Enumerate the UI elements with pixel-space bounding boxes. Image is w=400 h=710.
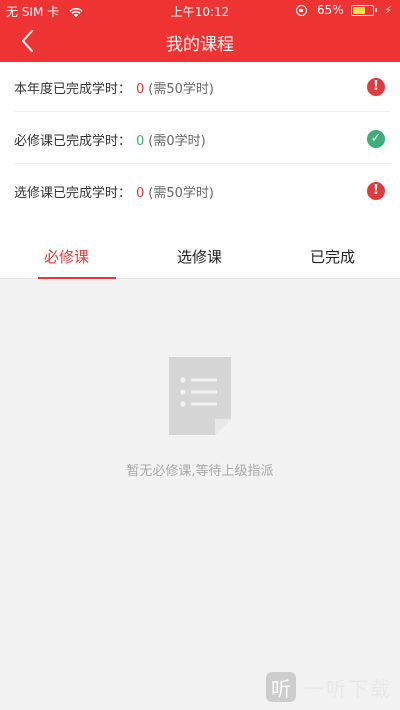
status-bar: 无 SIM 卡 上午10:12 65% ⚡ bbox=[0, 0, 400, 20]
battery-icon bbox=[351, 5, 378, 16]
empty-state-message: 暂无必修课,等待上级指派 bbox=[126, 464, 274, 479]
completed-hours: 0 bbox=[136, 134, 145, 149]
warning-icon: ! bbox=[367, 78, 385, 96]
tab-required[interactable]: 必修课 bbox=[0, 237, 133, 279]
required-hours: (需50学时) bbox=[148, 82, 214, 97]
summary-row-annual: 本年度已完成学时： 0 (需50学时) ! bbox=[14, 62, 390, 112]
summary-row-elective: 选修课已完成学时： 0 (需50学时) ! bbox=[14, 166, 390, 216]
tab-elective[interactable]: 选修课 bbox=[133, 237, 266, 279]
watermark-text: 一听下载 bbox=[304, 676, 392, 701]
summary-value: 0 (需50学时) bbox=[136, 182, 214, 201]
battery-status: 65% ⚡ bbox=[296, 3, 392, 17]
battery-percent: 65% bbox=[316, 3, 344, 17]
credit-summary: 本年度已完成学时： 0 (需50学时) ! 必修课已完成学时： 0 (需0学时) ✓… bbox=[0, 62, 400, 237]
completed-hours: 0 bbox=[136, 82, 145, 97]
summary-label: 选修课已完成学时： bbox=[14, 186, 132, 201]
summary-row-required: 必修课已完成学时： 0 (需0学时) ✓ bbox=[14, 114, 390, 164]
battery-fill bbox=[353, 7, 366, 14]
tab-completed[interactable]: 已完成 bbox=[266, 237, 399, 279]
check-icon: ✓ bbox=[367, 130, 385, 148]
watermark: 听 一听下载 bbox=[266, 672, 392, 702]
rotation-lock-icon bbox=[296, 5, 308, 16]
watermark-logo: 听 bbox=[266, 672, 296, 702]
document-icon bbox=[169, 357, 231, 435]
nav-bar: 我的课程 bbox=[0, 20, 400, 62]
watermark-logo-char: 听 bbox=[271, 676, 291, 701]
charging-icon: ⚡ bbox=[384, 4, 392, 17]
course-tabs: 必修课 选修课 已完成 bbox=[0, 237, 400, 279]
app-header: 无 SIM 卡 上午10:12 65% ⚡ 我的课程 bbox=[0, 0, 400, 62]
summary-value: 0 (需50学时) bbox=[136, 78, 214, 97]
completed-hours: 0 bbox=[136, 186, 145, 201]
required-hours: (需0学时) bbox=[148, 134, 206, 149]
summary-value: 0 (需0学时) bbox=[136, 130, 206, 149]
summary-label: 本年度已完成学时： bbox=[14, 82, 132, 97]
required-hours: (需50学时) bbox=[148, 186, 214, 201]
warning-icon: ! bbox=[367, 182, 385, 200]
page-title: 我的课程 bbox=[166, 35, 234, 55]
summary-label: 必修课已完成学时： bbox=[14, 134, 132, 149]
